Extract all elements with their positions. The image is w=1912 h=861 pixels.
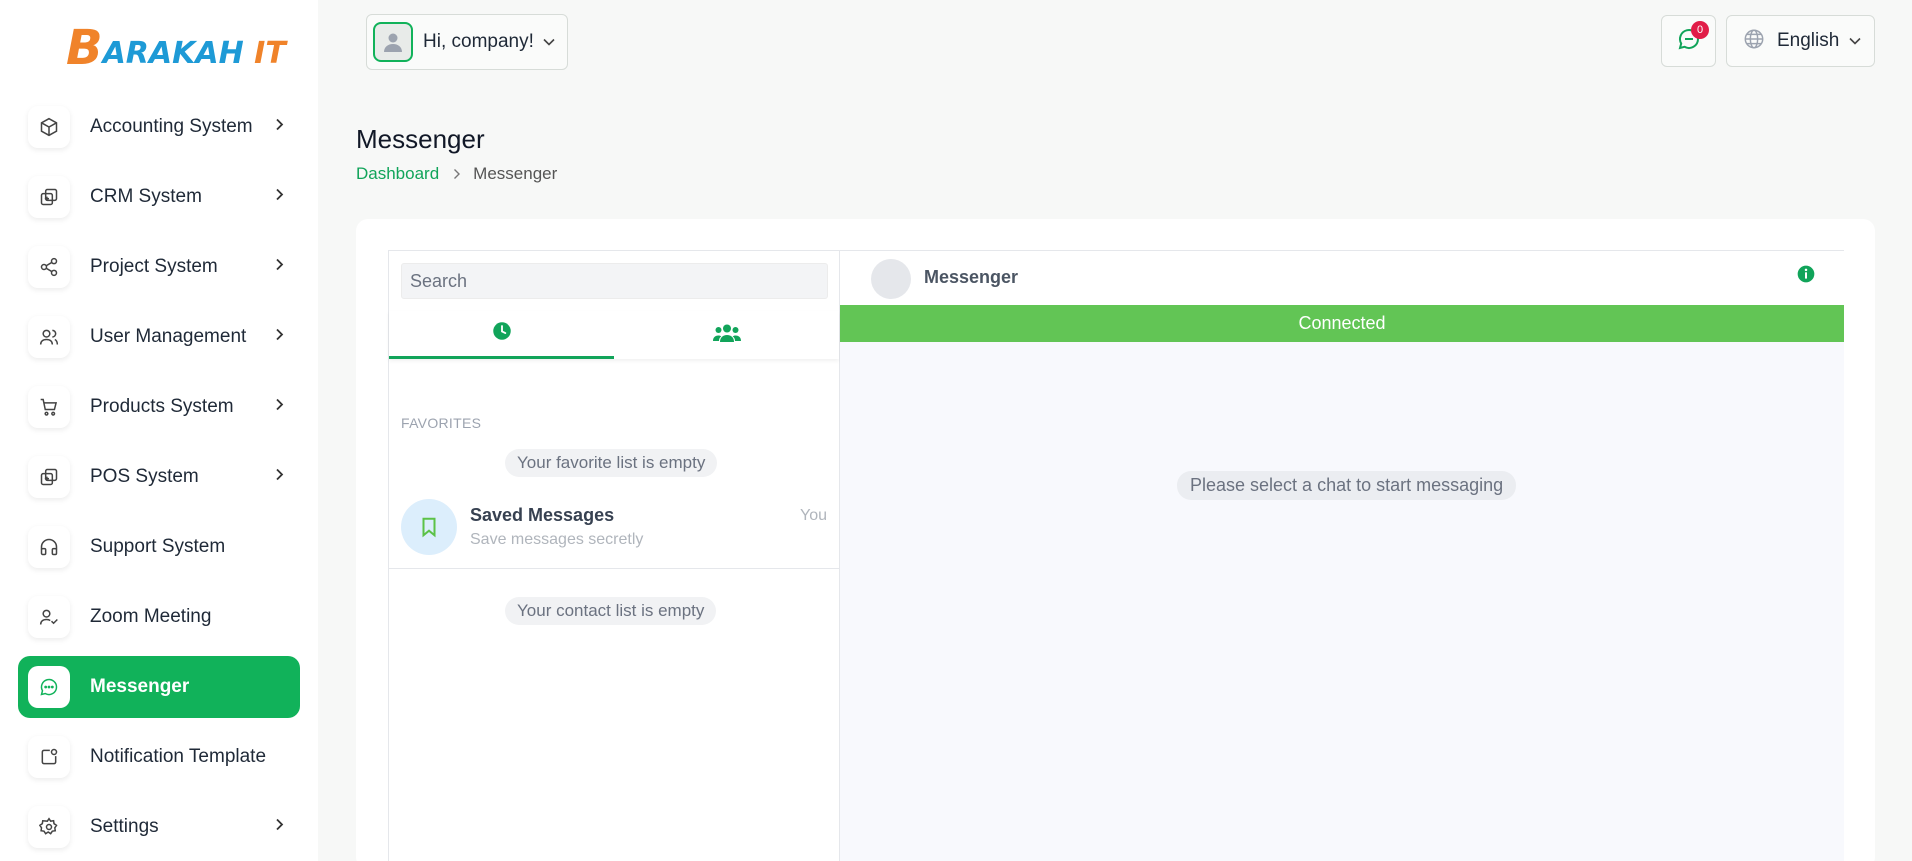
sidebar-item-label: Messenger [90,676,190,697]
clock-icon [492,321,512,346]
sidebar-item-pos-system[interactable]: POS System [18,446,300,508]
sidebar-item-zoom-meeting[interactable]: Zoom Meeting [18,586,300,648]
sidebar-item-label: Notification Template [90,746,267,767]
gear-icon [28,806,70,848]
page-title: Messenger [356,124,485,154]
search-input[interactable] [401,263,828,299]
chevron-down-icon [543,33,555,51]
logo-letter: B [66,20,103,76]
users-icon [28,316,70,358]
share-icon [28,246,70,288]
sidebar-item-label: Accounting System [90,116,253,137]
sidebar-item-support-system[interactable]: Support System [18,516,300,578]
breadcrumb: Dashboard Messenger [356,164,557,184]
connection-status-bar: Connected [840,305,1844,342]
logo-text-blue: ARAKAH [102,35,244,71]
saved-messages-avatar [401,499,457,555]
chevron-right-icon [274,188,286,207]
chevron-right-icon [274,468,286,487]
favorites-empty-message: Your favorite list is empty [505,449,718,477]
bookmark-icon [422,517,436,538]
sidebar-item-settings[interactable]: Settings [18,796,300,858]
chevron-down-icon [1849,32,1861,50]
headphones-icon [28,526,70,568]
saved-messages-title: Saved Messages [470,505,615,525]
favorites-label: FAVORITES [401,415,482,431]
sidebar-item-label: User Management [90,326,247,347]
users-icon [712,323,741,348]
empty-chat-message: Please select a chat to start messaging [1177,471,1517,500]
message-icon [28,666,70,708]
globe-icon [1743,28,1765,55]
sidebar-nav: Accounting System CRM System Project Sys… [18,96,300,861]
sidebar-item-products-system[interactable]: Products System [18,376,300,438]
sidebar-item-label: POS System [90,466,199,487]
chevron-right-icon [453,168,461,180]
logo-text-orange: IT [254,35,286,71]
tab-recent[interactable] [389,311,614,359]
chat-avatar [871,259,911,299]
sidebar-item-label: CRM System [90,186,202,207]
logo-text: ARAKAH IT [103,36,286,71]
info-icon[interactable] [1796,264,1816,289]
sidebar-item-label: Zoom Meeting [90,606,212,627]
cart-icon [28,386,70,428]
language-selector[interactable]: English [1726,15,1875,67]
user-menu-button[interactable]: Hi, company! [366,14,568,70]
brand-logo[interactable]: B ARAKAH IT [66,20,286,76]
layers-icon [28,176,70,218]
chevron-right-icon [274,258,286,277]
layers-icon [28,456,70,498]
sidebar-item-messenger[interactable]: Messenger [18,656,300,718]
user-greeting: Hi, company! [423,31,534,52]
sidebar-item-user-management[interactable]: User Management [18,306,300,368]
sidebar-item-label: Products System [90,396,234,417]
notification-count-badge: 0 [1691,21,1709,39]
user-check-icon [28,596,70,638]
chat-title: Messenger [924,267,1019,287]
tab-groups[interactable] [614,311,839,359]
sidebar-item-accounting-system[interactable]: Accounting System [18,96,300,158]
sidebar-item-notification-template[interactable]: Notification Template [18,726,300,788]
saved-messages-meta: You [800,507,827,524]
contacts-empty-message: Your contact list is empty [505,597,717,625]
chat-header: Messenger [840,250,1844,305]
contacts-panel: FAVORITES Your favorite list is empty Sa… [388,250,840,861]
language-label: English [1777,30,1840,51]
chat-panel: Messenger Connected Please select a chat… [840,250,1844,861]
chevron-right-icon [274,818,286,837]
breadcrumb-current: Messenger [473,164,558,183]
saved-messages-subtitle: Save messages secretly [470,531,644,548]
user-icon [384,33,402,52]
sidebar: B ARAKAH IT Accounting System CRM System… [0,0,318,861]
sidebar-item-crm-system[interactable]: CRM System [18,166,300,228]
contact-tabs [389,311,839,359]
notifications-button[interactable]: 0 [1661,15,1716,67]
sidebar-item-project-system[interactable]: Project System [18,236,300,298]
cube-icon [28,106,70,148]
chevron-right-icon [274,328,286,347]
saved-messages-item[interactable]: Saved Messages Save messages secretly Yo… [389,493,839,569]
sidebar-item-label: Settings [90,816,159,837]
sidebar-item-label: Support System [90,536,226,557]
breadcrumb-dashboard-link[interactable]: Dashboard [356,164,439,184]
avatar [373,22,413,62]
chevron-right-icon [274,398,286,417]
chevron-right-icon [274,118,286,137]
sidebar-item-label: Project System [90,256,218,277]
notification-icon [28,736,70,778]
